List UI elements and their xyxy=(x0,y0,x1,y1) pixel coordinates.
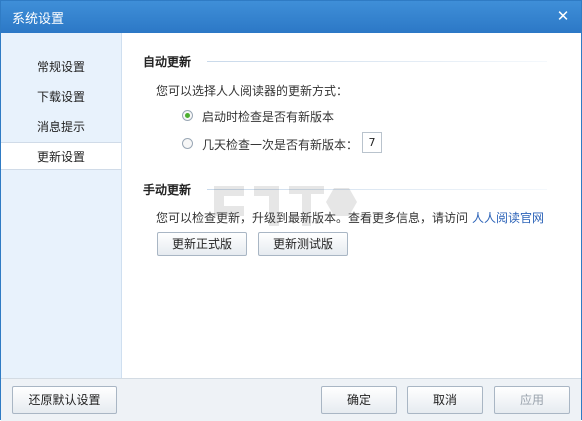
manual-update-description: 您可以检查更新，升级到最新版本。查看更多信息，请访问 xyxy=(156,211,469,225)
sidebar: 常规设置 下载设置 消息提示 更新设置 xyxy=(1,33,122,378)
cancel-button[interactable]: 取消 xyxy=(407,386,483,414)
title-bar[interactable]: 系统设置 ✕ xyxy=(1,1,581,33)
sidebar-item-notifications[interactable]: 消息提示 xyxy=(1,113,121,141)
sidebar-item-label: 常规设置 xyxy=(37,60,86,74)
update-stable-button[interactable]: 更新正式版 xyxy=(157,232,247,256)
auto-update-description: 您可以选择人人阅读器的更新方式： xyxy=(156,84,349,98)
sidebar-item-update[interactable]: 更新设置 xyxy=(1,142,121,170)
manual-update-divider xyxy=(207,189,547,190)
update-settings-panel: 自动更新 您可以选择人人阅读器的更新方式： 启动时检查是否有新版本 几天检查一次… xyxy=(122,33,582,378)
radio-check-on-startup[interactable] xyxy=(182,110,193,121)
sidebar-item-label: 下载设置 xyxy=(37,90,86,104)
settings-dialog: 系统设置 ✕ 常规设置 下载设置 消息提示 更新设置 自动更新 您可以选择人人阅… xyxy=(0,0,582,421)
apply-button[interactable]: 应用 xyxy=(494,386,570,414)
official-site-link[interactable]: 人人阅读官网 xyxy=(472,209,544,226)
sidebar-item-label: 消息提示 xyxy=(37,120,86,134)
auto-update-title: 自动更新 xyxy=(143,55,192,69)
sidebar-item-label: 更新设置 xyxy=(37,150,86,164)
ok-button[interactable]: 确定 xyxy=(321,386,397,414)
restore-defaults-button[interactable]: 还原默认设置 xyxy=(12,386,117,414)
option-check-every-days-label[interactable]: 几天检查一次是否有新版本： xyxy=(202,136,358,153)
window-title: 系统设置 xyxy=(12,12,65,27)
sidebar-item-download[interactable]: 下载设置 xyxy=(1,83,121,111)
update-beta-button[interactable]: 更新测试版 xyxy=(258,232,348,256)
sidebar-item-general[interactable]: 常规设置 xyxy=(1,53,121,81)
option-check-on-startup-label[interactable]: 启动时检查是否有新版本 xyxy=(202,108,334,125)
manual-update-title: 手动更新 xyxy=(143,183,192,197)
radio-check-every-days[interactable] xyxy=(182,138,193,149)
close-icon[interactable]: ✕ xyxy=(551,5,575,27)
days-input[interactable]: 7 xyxy=(362,132,382,153)
dialog-footer: 还原默认设置 确定 取消 应用 xyxy=(1,378,581,421)
auto-update-divider xyxy=(207,61,547,62)
